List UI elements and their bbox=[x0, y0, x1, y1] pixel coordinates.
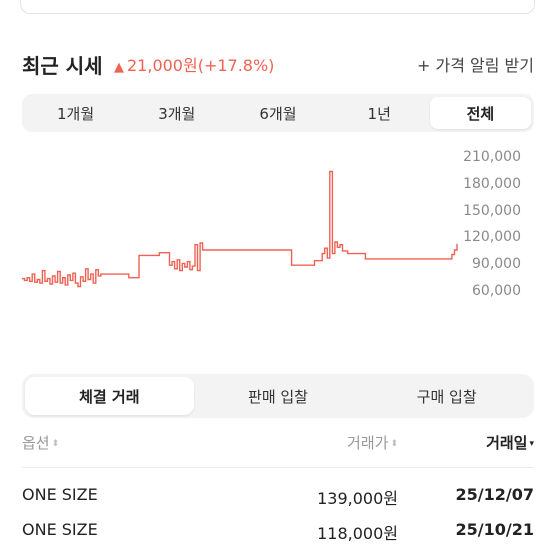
y-tick-label: 60,000 bbox=[472, 283, 521, 299]
y-tick-label: 120,000 bbox=[463, 229, 521, 246]
price-chart: 210,000 180,000 150,000 120,000 90,000 60,000 bbox=[0, 140, 555, 340]
divider bbox=[22, 467, 534, 468]
y-tick-label: 210,000 bbox=[463, 149, 521, 165]
price-line bbox=[22, 170, 458, 288]
column-date[interactable]: 거래일 ▾ bbox=[486, 432, 534, 453]
tab-completed-trades[interactable]: 체결 거래 bbox=[25, 377, 194, 415]
sort-icon: ⬍ bbox=[390, 438, 398, 449]
row-option: ONE SIZE bbox=[22, 520, 98, 539]
sort-icon: ⬍ bbox=[51, 438, 60, 449]
table-row: ONE SIZE 139,000원 25/12/07 bbox=[22, 485, 534, 513]
row-date: 25/10/21 bbox=[455, 520, 534, 539]
period-tabs: 1개월 3개월 6개월 1년 전체 bbox=[22, 94, 534, 132]
table-row: ONE SIZE 118,000원 25/10/21 bbox=[22, 520, 534, 548]
tab-1-year[interactable]: 1년 bbox=[329, 97, 430, 129]
tab-sell-bids[interactable]: 판매 입찰 bbox=[194, 377, 363, 415]
tab-1-month[interactable]: 1개월 bbox=[25, 97, 126, 129]
price-alert-button[interactable]: + 가격 알림 받기 bbox=[417, 52, 534, 76]
table-header: 옵션 ⬍ 거래가 ⬍ 거래일 ▾ bbox=[22, 430, 534, 458]
trade-tabs: 체결 거래 판매 입찰 구매 입찰 bbox=[22, 374, 534, 418]
price-header: 최근 시세 ▲ 21,000원(+17.8%) + 가격 알림 받기 bbox=[22, 46, 534, 78]
previous-section-box bbox=[20, 0, 535, 14]
tab-6-month[interactable]: 6개월 bbox=[227, 97, 328, 129]
y-tick-label: 180,000 bbox=[463, 175, 521, 192]
row-date: 25/12/07 bbox=[455, 485, 534, 504]
tab-all[interactable]: 전체 bbox=[429, 97, 532, 129]
section-title: 최근 시세 bbox=[22, 54, 103, 78]
price-change: ▲ 21,000원(+17.8%) bbox=[114, 52, 274, 76]
row-price: 118,000원 bbox=[317, 524, 398, 543]
row-price: 139,000원 bbox=[317, 489, 398, 508]
column-price[interactable]: 거래가 ⬍ bbox=[347, 432, 398, 453]
sort-desc-icon: ▾ bbox=[529, 438, 534, 449]
y-tick-label: 150,000 bbox=[463, 202, 521, 219]
price-change-text: 21,000원(+17.8%) bbox=[127, 56, 275, 75]
y-tick-label: 90,000 bbox=[472, 256, 521, 273]
row-option: ONE SIZE bbox=[22, 485, 98, 504]
tab-3-month[interactable]: 3개월 bbox=[126, 97, 227, 129]
column-option[interactable]: 옵션 ⬍ bbox=[22, 432, 59, 453]
up-triangle-icon: ▲ bbox=[114, 60, 124, 75]
tab-buy-bids[interactable]: 구매 입찰 bbox=[362, 377, 531, 415]
